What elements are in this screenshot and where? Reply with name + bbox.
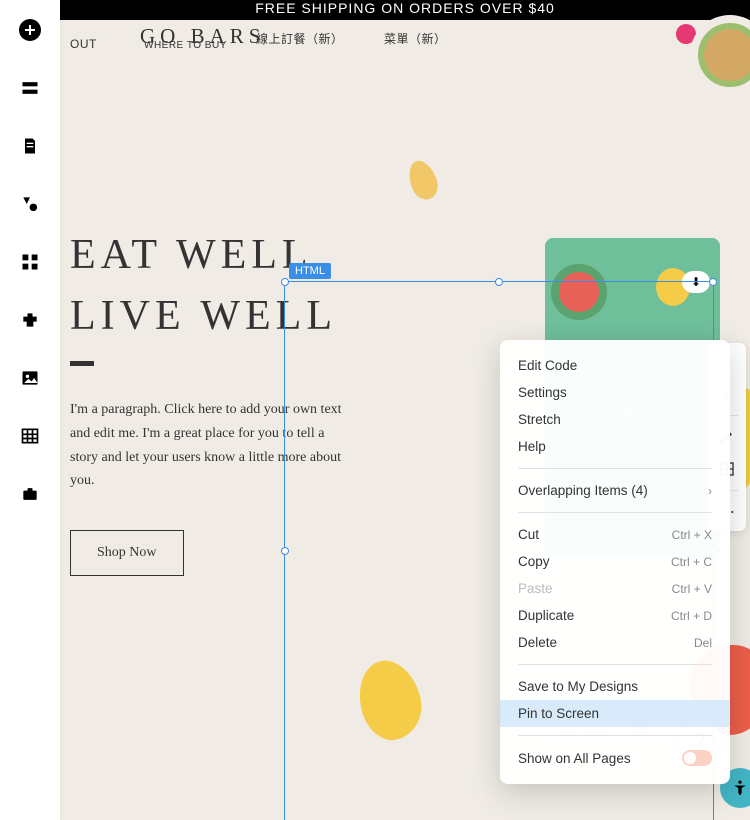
decor-watermelon-icon: [551, 264, 607, 320]
menu-show-on-all-pages[interactable]: Show on All Pages: [500, 744, 730, 772]
menu-cut[interactable]: CutCtrl + X: [500, 521, 730, 548]
headline-underline: [70, 361, 94, 366]
resize-handle[interactable]: [281, 547, 289, 555]
menu-paste: PasteCtrl + V: [500, 575, 730, 602]
menu-separator: [518, 735, 712, 736]
headline-line2: LIVE WELL: [70, 286, 337, 347]
table-icon[interactable]: [18, 424, 42, 448]
toggle-switch[interactable]: [682, 750, 712, 766]
shortcut-label: Ctrl + X: [672, 528, 712, 542]
menu-copy[interactable]: CopyCtrl + C: [500, 548, 730, 575]
headline-line1: EAT WELL: [70, 225, 337, 286]
menu-pin-to-screen[interactable]: Pin to Screen: [500, 700, 730, 727]
menu-delete[interactable]: DeleteDel: [500, 629, 730, 656]
menu-separator: [518, 664, 712, 665]
nav-order-online[interactable]: 線上訂餐（新）: [256, 30, 344, 47]
nav-menu[interactable]: 菜單（新）: [384, 30, 447, 47]
decor-lemon: [351, 654, 430, 747]
editor-left-rail: [0, 0, 60, 820]
shortcut-label: Ctrl + V: [672, 582, 712, 596]
body-paragraph[interactable]: I'm a paragraph. Click here to add your …: [70, 398, 350, 493]
menu-overlapping-items[interactable]: Overlapping Items (4)›: [500, 477, 730, 504]
chevron-right-icon: ›: [708, 484, 712, 498]
menu-settings[interactable]: Settings: [500, 379, 730, 406]
download-icon[interactable]: ⬇: [682, 271, 710, 293]
sections-icon[interactable]: [18, 76, 42, 100]
shop-now-button[interactable]: Shop Now: [70, 530, 184, 576]
menu-duplicate[interactable]: DuplicateCtrl + D: [500, 602, 730, 629]
editor-canvas: FREE SHIPPING ON ORDERS OVER $40 OUT GO …: [60, 0, 750, 820]
page-icon[interactable]: [18, 134, 42, 158]
headline[interactable]: EAT WELL LIVE WELL: [70, 225, 337, 366]
context-menu: Edit Code Settings Stretch Help Overlapp…: [500, 340, 730, 784]
menu-separator: [518, 512, 712, 513]
promo-banner: FREE SHIPPING ON ORDERS OVER $40: [60, 0, 750, 20]
business-icon[interactable]: [18, 482, 42, 506]
menu-stretch[interactable]: Stretch: [500, 406, 730, 433]
resize-handle[interactable]: [495, 278, 503, 286]
media-icon[interactable]: [18, 366, 42, 390]
apps-icon[interactable]: [18, 250, 42, 274]
menu-edit-code[interactable]: Edit Code: [500, 352, 730, 379]
add-icon[interactable]: [18, 18, 42, 42]
decor-nut: [404, 157, 442, 203]
nav-where[interactable]: WHERE TO BUY: [144, 40, 227, 51]
site-header: OUT GO BARS WHERE TO BUY 線上訂餐（新） 菜單（新） ▾: [60, 20, 750, 68]
shortcut-label: Ctrl + C: [671, 555, 712, 569]
menu-save-to-my-designs[interactable]: Save to My Designs: [500, 673, 730, 700]
shortcut-label: Del: [694, 636, 712, 650]
menu-help[interactable]: Help: [500, 433, 730, 460]
menu-separator: [518, 468, 712, 469]
addons-icon[interactable]: [18, 308, 42, 332]
theme-icon[interactable]: [18, 192, 42, 216]
shortcut-label: Ctrl + D: [671, 609, 712, 623]
nav-about[interactable]: OUT: [70, 37, 97, 51]
